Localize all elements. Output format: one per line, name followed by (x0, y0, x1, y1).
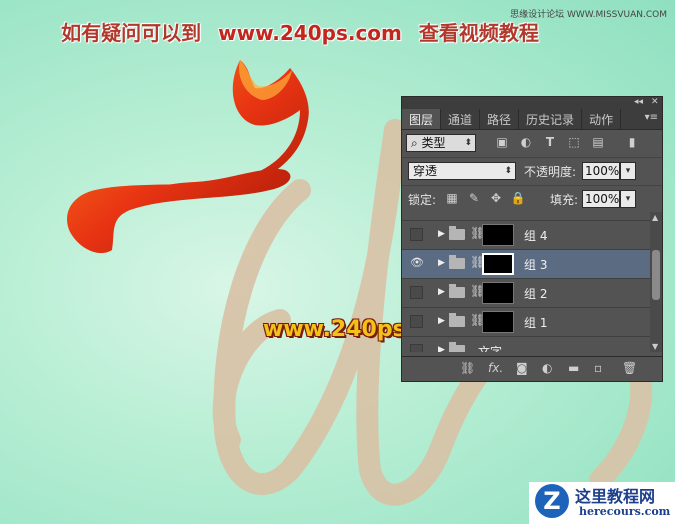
site-tag: 思缘设计论坛 WWW.MISSVUAN.COM (510, 10, 667, 20)
panel-tabs: 图层 通道 路径 历史记录 动作 ▾≡ (402, 109, 662, 130)
layer-name[interactable]: 组 2 (524, 285, 547, 302)
layer-mask-thumbnail[interactable] (482, 282, 514, 304)
chevron-down-icon: ⬍ (464, 138, 472, 148)
tab-actions[interactable]: 动作 (582, 109, 622, 129)
layer-list: ▶ ⛓ 组 4 👁 ▶ ⛓ 组 3 ▶ ⛓ 组 2 ▶ ⛓ 组 1 ▶ 文字 (402, 212, 650, 352)
expand-triangle-icon[interactable]: ▶ (438, 258, 445, 268)
scroll-down-icon[interactable]: ▼ (652, 342, 658, 351)
layer-name[interactable]: 组 1 (524, 314, 547, 331)
tab-paths[interactable]: 路径 (480, 109, 520, 129)
filter-toggle-icon[interactable]: ▮ (624, 134, 640, 150)
lock-brush-icon[interactable]: ✎ (466, 190, 482, 206)
layer-row[interactable]: ▶ 文字 (402, 337, 650, 352)
filter-kind-select[interactable]: ⌕ 类型 ⬍ (406, 134, 476, 152)
type-filter-icon[interactable]: T (542, 134, 558, 150)
layer-mask-thumbnail[interactable] (482, 224, 514, 246)
layer-row[interactable]: ▶ ⛓ 组 2 (402, 279, 650, 308)
folder-icon (449, 284, 465, 298)
chevron-down-icon: ⬍ (504, 166, 512, 176)
fx-icon[interactable]: fx. (488, 361, 503, 375)
folder-icon (449, 255, 465, 269)
logo-chinese-text: 这里教程网 (575, 487, 656, 506)
tab-channels[interactable]: 通道 (441, 109, 481, 129)
visibility-toggle[interactable] (410, 344, 423, 352)
layer-name[interactable]: 文字 (478, 343, 502, 352)
visibility-toggle[interactable] (410, 228, 423, 241)
layer-row-partial (402, 212, 650, 221)
fill-dropdown-button[interactable]: ▾ (620, 190, 636, 208)
panel-menu-icon[interactable]: ▾≡ (645, 112, 658, 123)
lock-all-icon[interactable]: 🔒 (510, 190, 526, 206)
expand-triangle-icon[interactable]: ▶ (438, 229, 445, 239)
new-group-icon[interactable]: ▬ (568, 361, 579, 375)
layer-scrollbar[interactable]: ▲ ▼ (650, 212, 662, 352)
lock-move-icon[interactable]: ✥ (488, 190, 504, 206)
visibility-toggle[interactable] (410, 286, 423, 299)
tab-history[interactable]: 历史记录 (519, 109, 583, 129)
visibility-toggle[interactable] (410, 315, 423, 328)
folder-icon (449, 226, 465, 240)
smart-object-filter-icon[interactable]: ▤ (590, 134, 606, 150)
collapse-icon[interactable]: ◂◂ (634, 97, 643, 107)
layer-name[interactable]: 组 3 (524, 256, 547, 273)
layer-row[interactable]: ▶ ⛓ 组 4 (402, 221, 650, 250)
tab-layers[interactable]: 图层 (402, 109, 442, 129)
folder-icon (449, 342, 465, 352)
link-layers-icon[interactable]: ⛓ (460, 361, 475, 375)
banner-url: www.240ps.com (218, 21, 402, 45)
lock-label: 锁定: (408, 193, 437, 207)
banner-prefix: 如有疑问可以到 (61, 21, 202, 45)
add-mask-icon[interactable]: ◙ (516, 361, 528, 375)
scroll-thumb[interactable] (652, 250, 660, 300)
logo-mark: Z (535, 484, 569, 518)
fill-input[interactable]: 100% (582, 190, 620, 208)
fill-label: 填充: (550, 193, 579, 207)
folder-icon (449, 313, 465, 327)
filter-row: ⌕ 类型 ⬍ ▣ ◐ T ⬚ ▤ ▮ (402, 130, 662, 158)
opacity-label: 不透明度: (524, 165, 577, 179)
lock-transparent-icon[interactable]: ▦ (444, 190, 460, 206)
layer-mask-thumbnail[interactable] (482, 311, 514, 333)
layer-row[interactable]: ▶ ⛓ 组 1 (402, 308, 650, 337)
close-icon[interactable]: ✕ (651, 97, 659, 107)
pixel-filter-icon[interactable]: ▣ (494, 134, 510, 150)
blend-mode-select[interactable]: 穿透 ⬍ (408, 162, 516, 180)
filter-kind-label: 类型 (421, 136, 446, 150)
lock-row: 锁定: ▦ ✎ ✥ 🔒 填充: 100% ▾ (402, 186, 662, 214)
blend-mode-value: 穿透 (413, 164, 438, 178)
layer-row-selected[interactable]: 👁 ▶ ⛓ 组 3 (402, 250, 650, 279)
expand-triangle-icon[interactable]: ▶ (438, 316, 445, 326)
panel-titlebar: ◂◂ ✕ (402, 97, 662, 109)
eye-icon[interactable]: 👁 (410, 256, 424, 269)
tutorial-banner: 如有疑问可以到 www.240ps.com 查看视频教程 (0, 17, 600, 46)
layers-panel: ◂◂ ✕ 图层 通道 路径 历史记录 动作 ▾≡ ⌕ 类型 ⬍ ▣ ◐ T ⬚ … (401, 96, 663, 382)
search-icon: ⌕ (411, 136, 422, 150)
layer-name[interactable]: 组 4 (524, 227, 547, 244)
opacity-input[interactable]: 100% (582, 162, 620, 180)
shape-filter-icon[interactable]: ⬚ (566, 134, 582, 150)
expand-triangle-icon[interactable]: ▶ (438, 345, 445, 352)
banner-suffix: 查看视频教程 (418, 21, 539, 45)
adjustment-layer-icon[interactable]: ◐ (542, 361, 552, 375)
panel-bottom-toolbar: ⛓ fx. ◙ ◐ ▬ ▫ 🗑 (402, 356, 662, 381)
adjustment-filter-icon[interactable]: ◐ (518, 134, 534, 150)
expand-triangle-icon[interactable]: ▶ (438, 287, 445, 297)
blend-row: 穿透 ⬍ 不透明度: 100% ▾ (402, 158, 662, 186)
site-logo: Z 这里教程网 herecours.com (529, 482, 675, 524)
logo-english-text: herecours.com (579, 505, 671, 518)
new-layer-icon[interactable]: ▫ (594, 361, 602, 375)
scroll-up-icon[interactable]: ▲ (652, 213, 658, 222)
delete-layer-icon[interactable]: 🗑 (622, 361, 637, 375)
layer-mask-thumbnail[interactable] (482, 253, 514, 275)
opacity-dropdown-button[interactable]: ▾ (620, 162, 636, 180)
